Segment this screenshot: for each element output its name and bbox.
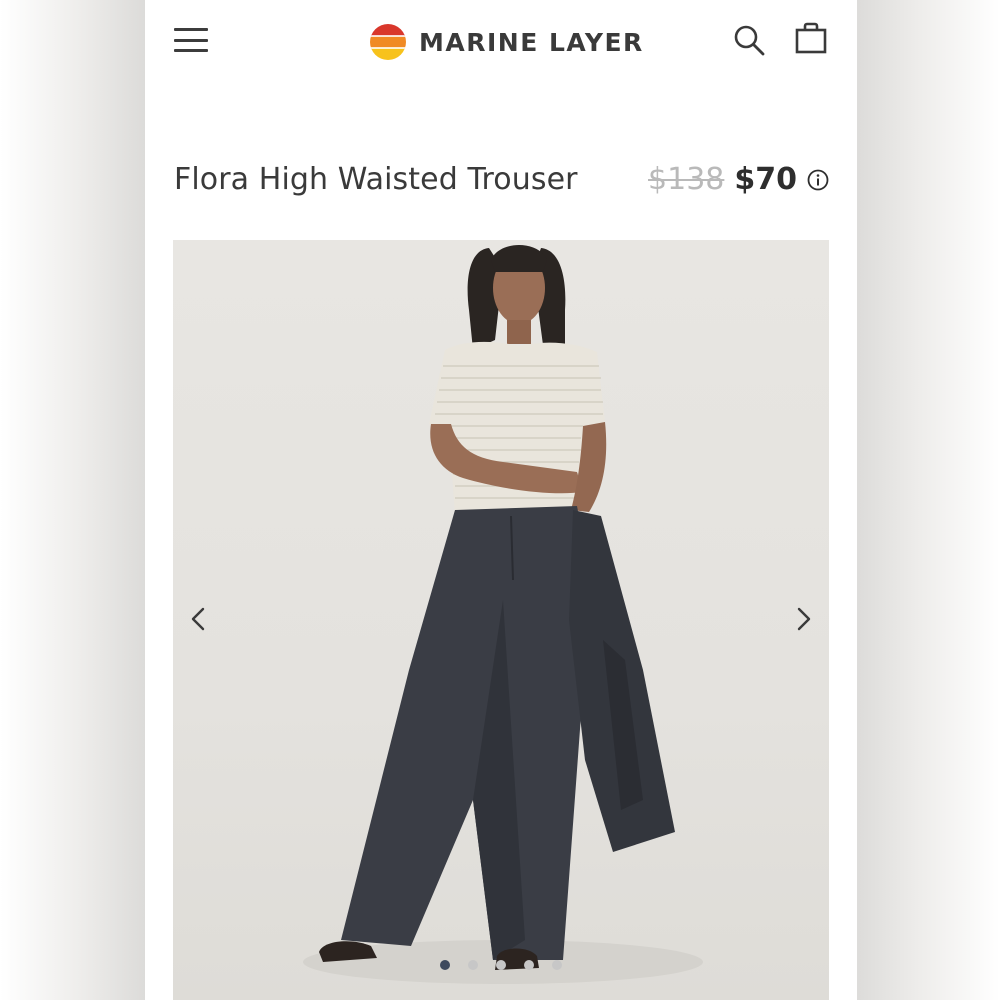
sale-price: $70 xyxy=(734,162,797,197)
info-icon[interactable] xyxy=(807,169,829,191)
brand-logo[interactable]: MARINE LAYER xyxy=(369,22,644,62)
menu-button[interactable] xyxy=(171,24,211,56)
sunset-logo-icon xyxy=(370,24,406,60)
carousel-dot[interactable] xyxy=(496,960,506,970)
product-title: Flora High Waisted Trouser xyxy=(174,162,578,197)
menu-icon-bar xyxy=(174,38,208,42)
background-left xyxy=(0,0,145,1000)
chevron-right-icon[interactable] xyxy=(789,602,817,636)
carousel-dot[interactable] xyxy=(468,960,478,970)
product-photo xyxy=(303,245,703,984)
brand-name: MARINE LAYER xyxy=(419,27,644,57)
carousel-dot[interactable] xyxy=(524,960,534,970)
shopping-bag-icon[interactable] xyxy=(793,20,829,56)
original-price: $138 xyxy=(648,162,725,197)
site-header: MARINE LAYER xyxy=(145,0,857,82)
carousel-dot-active[interactable] xyxy=(440,960,450,970)
menu-icon-bar xyxy=(174,49,208,52)
price-row: $138 $70 xyxy=(648,162,829,197)
menu-icon-bar xyxy=(174,28,208,31)
background-right xyxy=(855,0,1000,1000)
product-image-gallery[interactable] xyxy=(173,240,829,1000)
carousel-pagination xyxy=(173,960,829,970)
carousel-dot[interactable] xyxy=(552,960,562,970)
chevron-left-icon[interactable] xyxy=(185,602,213,636)
mobile-page: MARINE LAYER Flora High Waisted Trouser … xyxy=(145,0,857,1000)
search-icon[interactable] xyxy=(731,22,767,58)
